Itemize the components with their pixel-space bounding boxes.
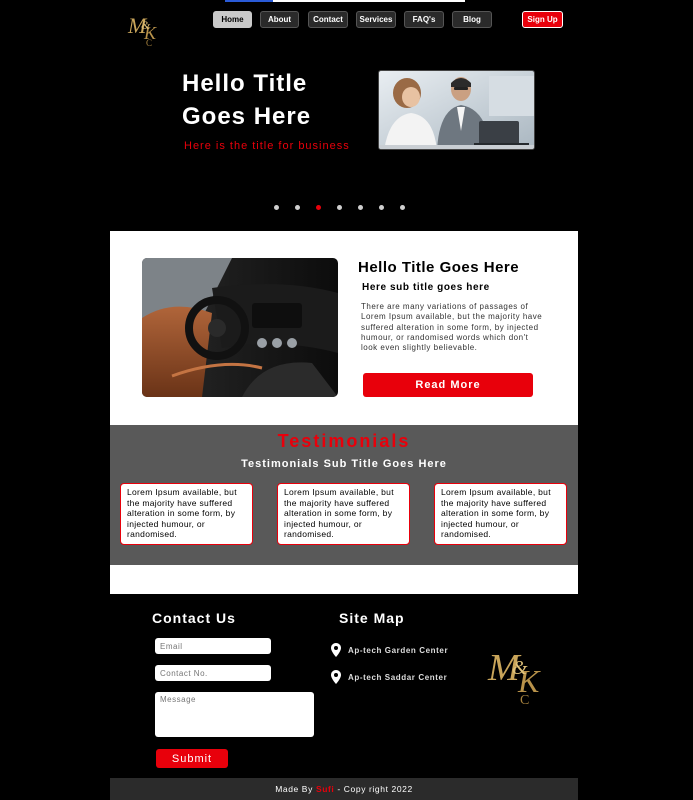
slider-dot[interactable]: [274, 205, 279, 210]
testimonial-card: Lorem Ipsum available, but the majority …: [434, 483, 567, 545]
footer-copyright: - Copy right 2022: [337, 784, 413, 794]
location-label: Ap-tech Garden Center: [348, 645, 449, 655]
footer-made-by: Made By: [275, 784, 313, 794]
testimonials-subtitle: Testimonials Sub Title Goes Here: [241, 458, 447, 470]
submit-button[interactable]: Submit: [156, 749, 228, 768]
testimonial-card: Lorem Ipsum available, but the majority …: [277, 483, 410, 545]
testimonials-title: Testimonials: [277, 431, 411, 451]
sitemap-location[interactable]: Ap-tech Garden Center: [331, 643, 448, 657]
nav-services[interactable]: Services: [356, 11, 396, 28]
message-field[interactable]: [155, 692, 314, 737]
svg-text:&: &: [141, 18, 151, 32]
svg-text:C: C: [520, 693, 529, 708]
footer-logo: M K & C: [484, 640, 564, 708]
hero-image: [378, 70, 535, 150]
hero-subtitle: Here is the title for business: [184, 140, 350, 152]
slider-dot[interactable]: [358, 205, 363, 210]
nav-home[interactable]: Home: [213, 11, 252, 28]
slider-dot[interactable]: [337, 205, 342, 210]
footer-bar: Made By Sufi - Copy right 2022: [110, 778, 578, 800]
slider-dot[interactable]: [379, 205, 384, 210]
brand-logo[interactable]: M K & C: [126, 9, 170, 49]
signup-button[interactable]: Sign Up: [522, 11, 563, 28]
read-more-button[interactable]: Read More: [363, 373, 533, 397]
feature-title: Hello Title Goes Here: [358, 259, 520, 276]
slider-dot-active[interactable]: [316, 205, 321, 210]
feature-body: There are many variations of passages of…: [361, 302, 543, 353]
contact-number-field[interactable]: [155, 665, 271, 681]
feature-subtitle: Here sub title goes here: [362, 282, 490, 293]
car-interior-image: [142, 258, 338, 397]
slider-dot[interactable]: [400, 205, 405, 210]
nav-contact[interactable]: Contact: [308, 11, 348, 28]
nav-blog[interactable]: Blog: [452, 11, 492, 28]
top-progress-line: [225, 0, 465, 2]
nav-about[interactable]: About: [260, 11, 299, 28]
footer-author[interactable]: Sufi: [316, 784, 334, 794]
map-pin-icon: [331, 670, 341, 684]
location-label: Ap-tech Saddar Center: [348, 672, 448, 682]
slider-dot[interactable]: [295, 205, 300, 210]
sitemap-title: Site Map: [339, 610, 405, 626]
svg-text:&: &: [512, 657, 528, 679]
nav-faqs[interactable]: FAQ's: [404, 11, 444, 28]
contact-title: Contact Us: [152, 610, 236, 626]
svg-text:C: C: [146, 38, 152, 48]
map-pin-icon: [331, 643, 341, 657]
testimonial-card: Lorem Ipsum available, but the majority …: [120, 483, 253, 545]
sitemap-location[interactable]: Ap-tech Saddar Center: [331, 670, 447, 684]
hero-title: Hello Title Goes Here: [182, 70, 312, 130]
email-field[interactable]: [155, 638, 271, 654]
